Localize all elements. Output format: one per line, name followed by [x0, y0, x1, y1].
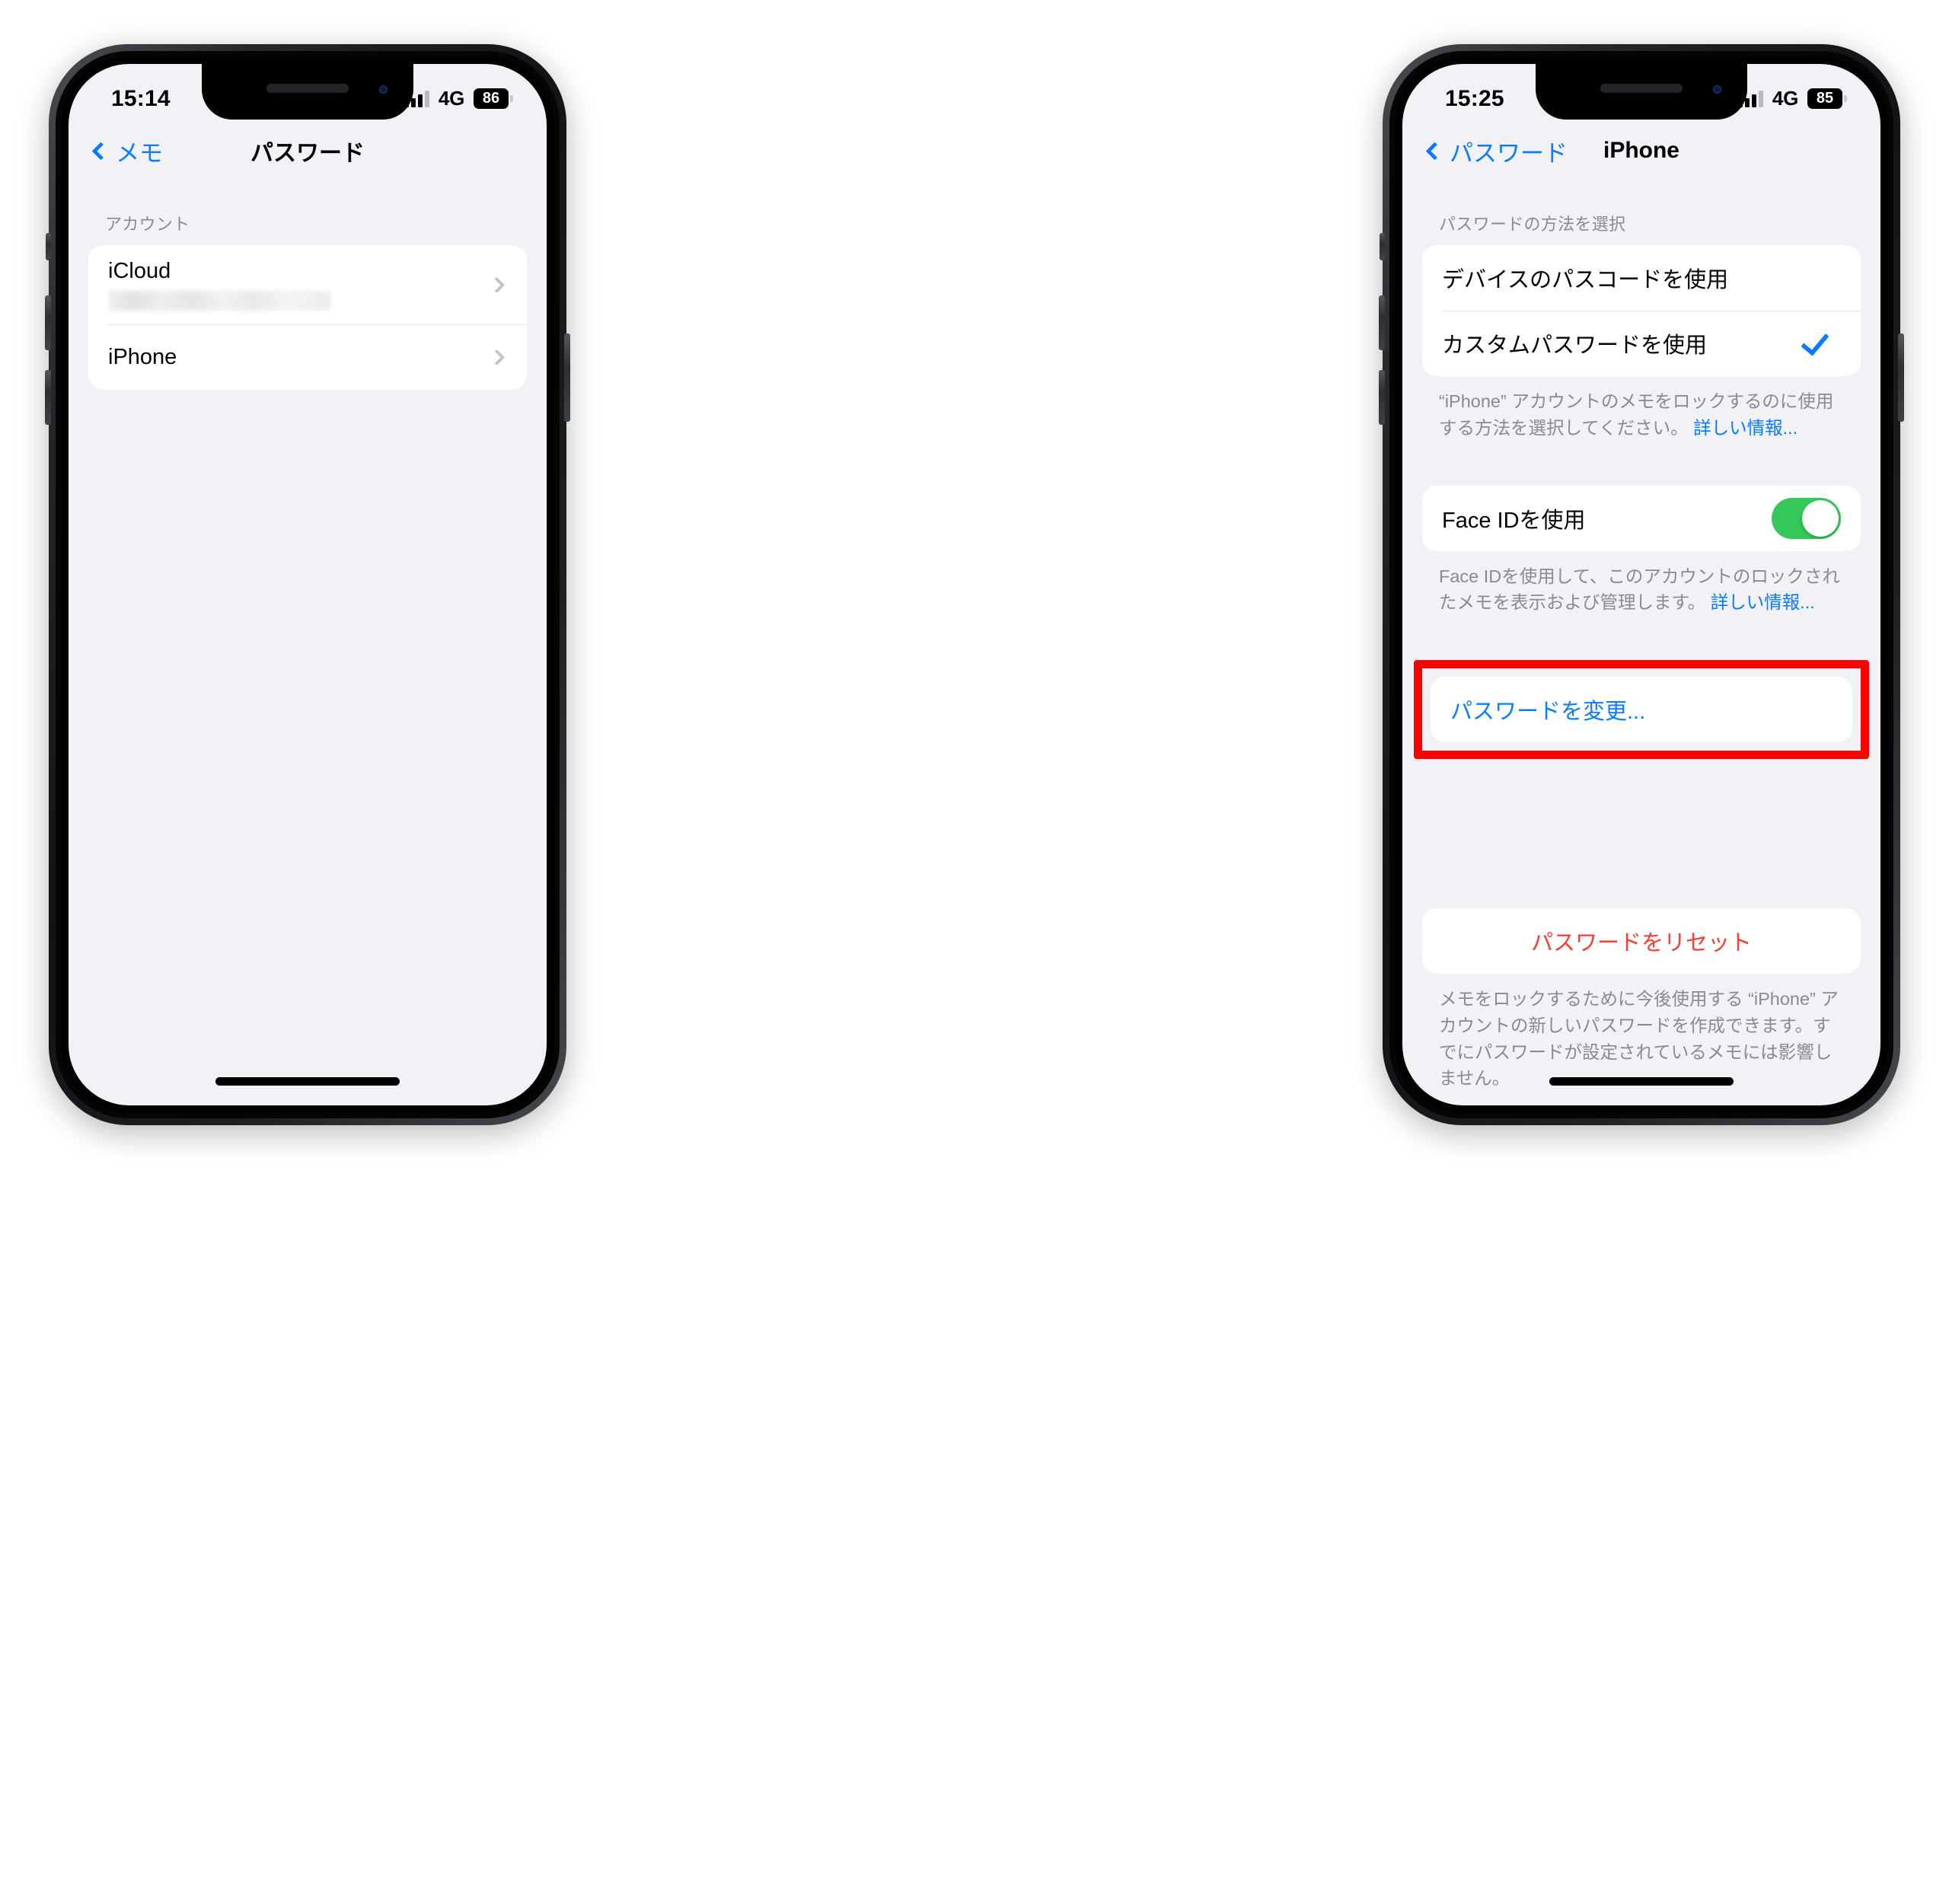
reset-password-row[interactable]: パスワードをリセット: [1422, 908, 1861, 974]
network-type-label: 4G: [438, 87, 464, 110]
nav-bar-left: メモ パスワード: [69, 120, 547, 182]
power-button[interactable]: [564, 333, 570, 422]
content-right: パスワードの方法を選択 デバイスのパスコードを使用 カスタムパスワードを使用 “…: [1402, 182, 1880, 1105]
volume-down-button[interactable]: [1379, 370, 1385, 425]
screen-right: 15:25 4G 85 パスワード iPhone パスワードの方法を選択 デバイ…: [1402, 64, 1880, 1105]
chevron-left-icon: [91, 141, 110, 161]
reset-password-card: パスワードをリセット: [1422, 908, 1861, 974]
redacted-email: [108, 291, 330, 311]
section-header-accounts: アカウント: [105, 215, 190, 234]
back-button[interactable]: パスワード: [1425, 134, 1568, 168]
faceid-footnote: Face IDを使用して、このアカウントのロックされたメモを表示および管理します…: [1422, 551, 1861, 617]
password-method-footnote: “iPhone” アカウントのメモをロックするのに使用する方法を選択してください…: [1422, 376, 1861, 442]
toggle-knob: [1802, 499, 1839, 537]
content-left: アカウント iCloud iPhone: [69, 182, 547, 1105]
battery-percent-label: 85: [1807, 88, 1842, 109]
checkmark-icon: [1801, 326, 1829, 356]
battery-nub: [510, 95, 513, 102]
nav-bar-right: パスワード iPhone: [1402, 120, 1880, 182]
list-item-label: iPhone: [108, 344, 177, 369]
screenshot-canvas: 15:14 4G 86 メモ パスワード アカウント iCloud iPhone…: [0, 0, 1949, 1904]
list-item-icloud[interactable]: iCloud: [88, 245, 527, 324]
learn-more-link[interactable]: 詳しい情報...: [1711, 592, 1815, 612]
list-item-label: iCloud: [108, 259, 171, 283]
change-password-row[interactable]: パスワードを変更...: [1431, 677, 1852, 743]
reset-password-footnote: メモをロックするために今後使用する “iPhone” アカウントの新しいパスワー…: [1439, 989, 1839, 1089]
silent-switch[interactable]: [46, 233, 51, 260]
battery-nub: [1844, 95, 1847, 102]
reset-password-label: パスワードをリセット: [1530, 931, 1752, 956]
option-device-passcode[interactable]: デバイスのパスコードを使用: [1422, 245, 1861, 311]
iphone-mockup-left: 15:14 4G 86 メモ パスワード アカウント iCloud iPhone: [45, 44, 570, 1125]
cellular-bars-icon: [404, 90, 429, 107]
phone-body-left: 15:14 4G 86 メモ パスワード アカウント iCloud iPhone: [62, 57, 553, 1112]
volume-up-button[interactable]: [45, 295, 51, 350]
change-password-card: パスワードを変更...: [1431, 677, 1852, 743]
list-item-iphone[interactable]: iPhone: [88, 324, 527, 390]
status-bar-left: 15:14 4G 86: [69, 64, 547, 120]
chevron-left-icon: [1425, 141, 1444, 161]
option-label: デバイスのパスコードを使用: [1442, 268, 1729, 292]
chevron-right-icon: [488, 349, 506, 365]
home-indicator[interactable]: [215, 1077, 400, 1086]
icloud-text-stack: iCloud: [108, 245, 330, 324]
network-type-label: 4G: [1772, 87, 1798, 110]
option-custom-password[interactable]: カスタムパスワードを使用: [1422, 311, 1861, 376]
status-time: 15:25: [1445, 85, 1504, 111]
phone-body-right: 15:25 4G 85 パスワード iPhone パスワードの方法を選択 デバイ…: [1396, 57, 1887, 1112]
battery-percent-label: 86: [474, 88, 509, 109]
back-button-label: パスワード: [1450, 139, 1568, 167]
back-button-label: メモ: [116, 139, 163, 167]
status-bar-right: 15:25 4G 85: [1402, 64, 1880, 120]
status-indicators: 4G 86: [404, 87, 513, 110]
chevron-right-icon: [488, 276, 506, 293]
back-button[interactable]: メモ: [91, 134, 163, 168]
faceid-row[interactable]: Face IDを使用: [1422, 485, 1861, 551]
faceid-card: Face IDを使用: [1422, 485, 1861, 551]
status-indicators: 4G 85: [1737, 87, 1847, 110]
home-indicator[interactable]: [1549, 1077, 1734, 1086]
cellular-bars-icon: [1737, 90, 1763, 107]
learn-more-link[interactable]: 詳しい情報...: [1693, 418, 1797, 438]
battery-icon: 86: [474, 88, 513, 109]
accounts-card: iCloud iPhone: [88, 245, 527, 390]
volume-down-button[interactable]: [45, 370, 51, 425]
iphone-mockup-right: 15:25 4G 85 パスワード iPhone パスワードの方法を選択 デバイ…: [1379, 44, 1904, 1125]
screen-left: 15:14 4G 86 メモ パスワード アカウント iCloud iPhone: [69, 64, 547, 1105]
status-time: 15:14: [111, 85, 171, 111]
silent-switch[interactable]: [1380, 233, 1385, 260]
change-password-highlight: パスワードを変更...: [1414, 660, 1869, 760]
faceid-toggle[interactable]: [1772, 497, 1841, 539]
volume-up-button[interactable]: [1379, 295, 1385, 350]
battery-icon: 85: [1807, 88, 1847, 109]
change-password-label: パスワードを変更...: [1450, 700, 1646, 725]
power-button[interactable]: [1898, 333, 1904, 422]
password-method-card: デバイスのパスコードを使用 カスタムパスワードを使用: [1422, 245, 1861, 376]
option-label: カスタムパスワードを使用: [1442, 333, 1708, 358]
section-header-password-method: パスワードの方法を選択: [1439, 215, 1626, 234]
faceid-label: Face IDを使用: [1442, 508, 1586, 533]
